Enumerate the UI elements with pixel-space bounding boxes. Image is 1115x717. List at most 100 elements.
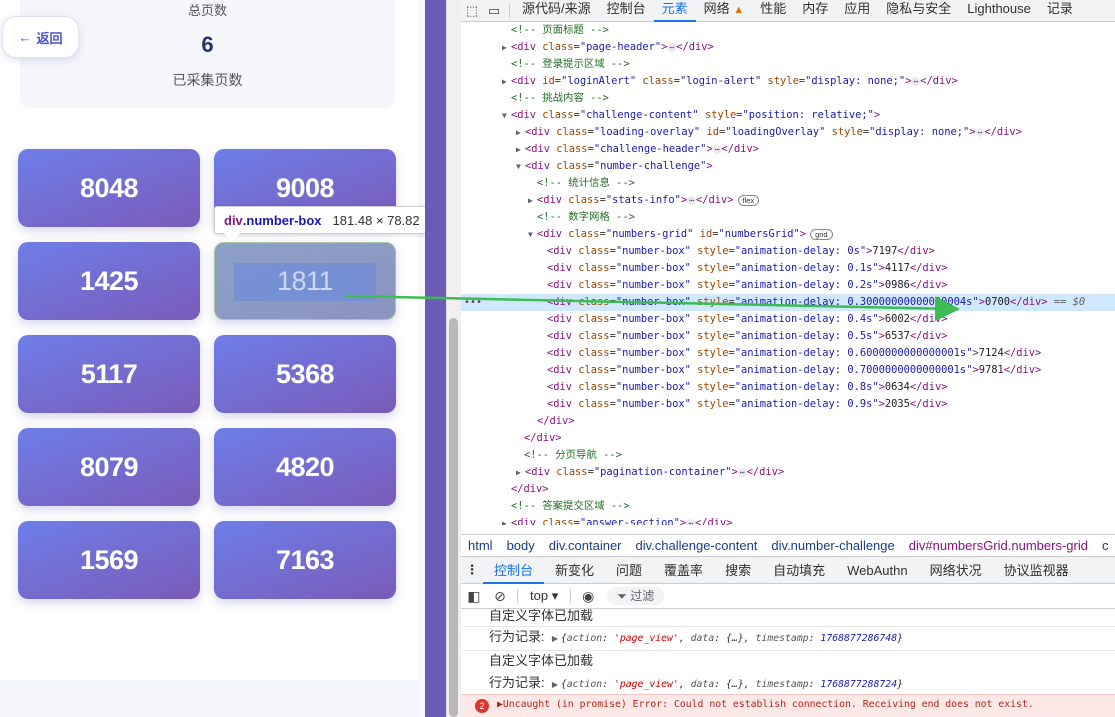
- expand-triangle-icon[interactable]: ▶: [502, 73, 511, 90]
- dom-node-close[interactable]: </div>: [461, 413, 1115, 430]
- dom-node-number-box[interactable]: <div class="number-box" style="animation…: [461, 243, 1115, 260]
- expand-triangle-icon[interactable]: ▶: [502, 515, 511, 525]
- dom-node[interactable]: <!-- 挑战内容 -->: [461, 90, 1115, 107]
- breadcrumb-item[interactable]: div.number-challenge: [764, 538, 901, 553]
- dom-node[interactable]: <!-- 页面标题 -->: [461, 22, 1115, 39]
- grid-badge[interactable]: grid: [810, 228, 833, 240]
- ellipsis-icon[interactable]: ⋯: [975, 127, 985, 137]
- dom-node-close[interactable]: </div>: [461, 481, 1115, 498]
- drawer-menu-icon[interactable]: ⋮: [461, 562, 483, 578]
- device-toolbar-icon[interactable]: ▭: [483, 3, 505, 19]
- drawer-tab-protocol-monitor[interactable]: 协议监视器: [993, 557, 1080, 584]
- collapse-triangle-icon[interactable]: ▼: [502, 107, 511, 124]
- drawer-tab-coverage[interactable]: 覆盖率: [653, 557, 714, 584]
- drawer-tab-network-conditions[interactable]: 网络状况: [919, 557, 993, 584]
- breadcrumb-item-current[interactable]: div#numbersGrid.numbers-grid: [902, 538, 1095, 553]
- number-box[interactable]: 5117: [18, 335, 200, 413]
- number-box[interactable]: 8079: [18, 428, 200, 506]
- drawer-tab-console[interactable]: 控制台: [483, 557, 545, 584]
- clear-console-icon[interactable]: ⊘: [487, 588, 513, 605]
- ellipsis-icon[interactable]: ⋯: [686, 518, 696, 525]
- tab-elements[interactable]: 元素: [653, 0, 696, 22]
- dom-node[interactable]: ▶ <div class="answer-section"> ⋯ </div>: [461, 515, 1115, 525]
- number-box[interactable]: 8048: [18, 149, 200, 227]
- drawer-tab-whats-new[interactable]: 新变化: [544, 557, 605, 584]
- dom-node[interactable]: ▶ <div class="stats-info"> ⋯ </div> flex: [461, 192, 1115, 209]
- tab-privacy[interactable]: 隐私与安全: [878, 0, 959, 22]
- number-box[interactable]: 7163: [214, 521, 396, 599]
- dom-node[interactable]: ▶ <div class="challenge-header"> ⋯ </div>: [461, 141, 1115, 158]
- inspect-element-icon[interactable]: ⬚: [461, 3, 483, 19]
- dom-node-number-box[interactable]: <div class="number-box" style="animation…: [461, 311, 1115, 328]
- expand-triangle-icon[interactable]: ▶: [552, 629, 561, 649]
- dom-node-number-box[interactable]: <div class="number-box" style="animation…: [461, 362, 1115, 379]
- dom-node-number-box[interactable]: <div class="number-box" style="animation…: [461, 379, 1115, 396]
- ellipsis-icon[interactable]: ⋯: [712, 144, 722, 154]
- ellipsis-icon[interactable]: ⋯: [687, 195, 696, 205]
- dom-node[interactable]: ▼ <div class="challenge-content" style="p…: [461, 107, 1115, 124]
- dom-node-number-box[interactable]: <div class="number-box" style="animation…: [461, 396, 1115, 413]
- dom-node[interactable]: <!-- 登录提示区域 -->: [461, 56, 1115, 73]
- dom-node[interactable]: ▶ <div class="page-header"> ⋯ </div>: [461, 39, 1115, 56]
- number-box[interactable]: 5368: [214, 335, 396, 413]
- number-box[interactable]: 1569: [18, 521, 200, 599]
- log-object[interactable]: {action: 'page_view', data: {…}, timesta…: [561, 679, 903, 690]
- breadcrumb-item[interactable]: body: [500, 538, 542, 553]
- dom-node-number-box[interactable]: <div class="number-box" style="animation…: [461, 328, 1115, 345]
- dom-node-number-box[interactable]: <div class="number-box" style="animation…: [461, 277, 1115, 294]
- number-box[interactable]: 4820: [214, 428, 396, 506]
- more-options-icon[interactable]: •••: [464, 294, 482, 311]
- dom-node-number-box[interactable]: <div class="number-box" style="animation…: [461, 345, 1115, 362]
- breadcrumb-item[interactable]: div.container: [542, 538, 629, 553]
- log-object[interactable]: {action: 'page_view', data: {…}, timesta…: [561, 633, 903, 644]
- dom-node[interactable]: ▼ <div class="numbers-grid" id="numbersGr…: [461, 226, 1115, 243]
- tab-performance[interactable]: 性能: [752, 0, 794, 22]
- tab-application[interactable]: 应用: [836, 0, 878, 22]
- tab-memory[interactable]: 内存: [794, 0, 836, 22]
- number-box[interactable]: 1425: [18, 242, 200, 320]
- expand-triangle-icon[interactable]: ▶: [516, 464, 525, 481]
- number-box-inspected[interactable]: 1811: [214, 242, 396, 320]
- drawer-tab-issues[interactable]: 问题: [605, 557, 653, 584]
- filter-input[interactable]: ⏷ 过滤: [607, 587, 665, 605]
- breadcrumb-item[interactable]: c: [1095, 538, 1115, 553]
- dom-node-number-box[interactable]: <div class="number-box" style="animation…: [461, 260, 1115, 277]
- context-select[interactable]: top ▾: [522, 588, 566, 604]
- ellipsis-icon[interactable]: ⋯: [667, 42, 677, 52]
- ellipsis-icon[interactable]: ⋯: [911, 76, 921, 86]
- breadcrumb-item[interactable]: div.challenge-content: [629, 538, 765, 553]
- dom-node-selected[interactable]: ••• <div class="number-box" style="animat…: [461, 294, 1115, 311]
- breadcrumb-item[interactable]: html: [461, 538, 500, 553]
- dom-node[interactable]: ▼ <div class="number-challenge">: [461, 158, 1115, 175]
- tab-recorder[interactable]: 记录: [1039, 0, 1081, 22]
- tab-lighthouse[interactable]: Lighthouse: [959, 0, 1039, 22]
- drawer-tab-autofill[interactable]: 自动填充: [762, 557, 836, 584]
- flex-badge[interactable]: flex: [737, 194, 760, 206]
- dom-node[interactable]: ▶ <div class="pagination-container"> ⋯ </di…: [461, 464, 1115, 481]
- eye-icon[interactable]: ◉: [575, 588, 601, 605]
- drawer-tab-webauthn[interactable]: WebAuthn: [836, 557, 918, 584]
- dom-node[interactable]: <!-- 统计信息 -->: [461, 175, 1115, 192]
- tab-console[interactable]: 控制台: [599, 0, 654, 22]
- dom-node[interactable]: <!-- 分页导航 -->: [461, 447, 1115, 464]
- expand-triangle-icon[interactable]: ▶: [516, 124, 525, 141]
- expand-triangle-icon[interactable]: ▶: [502, 39, 511, 56]
- dom-node[interactable]: ▶ <div id="loginAlert" class="login-alert…: [461, 73, 1115, 90]
- tab-sources[interactable]: 源代码/来源: [514, 0, 599, 22]
- scrollbar-thumb[interactable]: [449, 318, 458, 717]
- tab-network[interactable]: 网络 ▲: [696, 0, 753, 22]
- back-button[interactable]: ← 返回: [2, 16, 79, 58]
- dom-node[interactable]: ▶ <div class="loading-overlay" id="loadin…: [461, 124, 1115, 141]
- dom-node[interactable]: <!-- 答案提交区域 -->: [461, 498, 1115, 515]
- expand-triangle-icon[interactable]: ▶: [528, 192, 537, 209]
- collapse-triangle-icon[interactable]: ▼: [528, 226, 537, 243]
- collapse-triangle-icon[interactable]: ▼: [516, 158, 525, 175]
- expand-triangle-icon[interactable]: ▶: [516, 141, 525, 158]
- dom-node-close[interactable]: </div>: [461, 430, 1115, 447]
- ellipsis-icon[interactable]: ⋯: [737, 467, 747, 477]
- dom-node[interactable]: <!-- 数字网格 -->: [461, 209, 1115, 226]
- console-error[interactable]: 2 ▶Uncaught (in promise) Error: Could no…: [461, 694, 1115, 717]
- sidebar-toggle-icon[interactable]: ◧: [461, 588, 487, 605]
- expand-triangle-icon[interactable]: ▶: [552, 675, 561, 695]
- drawer-tab-search[interactable]: 搜索: [714, 557, 762, 584]
